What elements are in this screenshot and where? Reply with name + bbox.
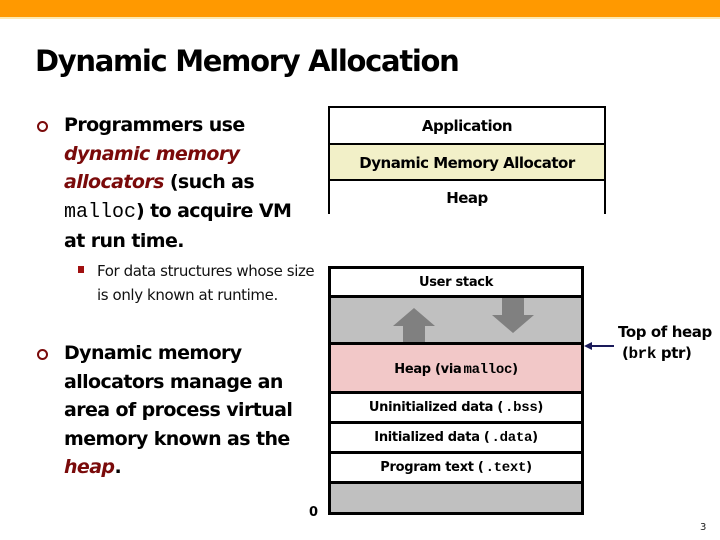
layer-application: Application bbox=[330, 108, 604, 143]
segment-label: Initialized data ( bbox=[374, 430, 490, 445]
bullet-2-part-2: . bbox=[114, 456, 122, 478]
address-zero-label: 0 bbox=[309, 505, 319, 520]
segment-user-stack: User stack bbox=[331, 269, 581, 295]
bullet-2-part-1: Dynamic memory allocators manage an area… bbox=[64, 342, 293, 450]
stack-grows-down-arrow bbox=[492, 298, 534, 333]
brk-code: brk bbox=[628, 345, 657, 363]
top-of-heap-label: Top of heap (brk ptr) bbox=[618, 322, 712, 365]
layer-label: Dynamic Memory Allocator bbox=[359, 153, 575, 172]
page-number: 3 bbox=[700, 522, 707, 533]
segment-free-area bbox=[331, 295, 581, 345]
bullet-2-emphasis: heap bbox=[64, 456, 115, 478]
ptr-text: ptr) bbox=[656, 344, 692, 362]
segment-code: .bss bbox=[505, 399, 538, 416]
segment-reserved-bottom bbox=[331, 481, 581, 512]
segment-label-suffix: ) bbox=[537, 400, 544, 415]
segment-bss: Uninitialized data (.bss) bbox=[331, 391, 581, 421]
bullet-1-part-1: Programmers use bbox=[64, 114, 245, 136]
top-of-heap-line2: (brk ptr) bbox=[618, 343, 712, 365]
bullet-2-text: Dynamic memory allocators manage an area… bbox=[64, 339, 304, 482]
hollow-circle-bullet-icon bbox=[37, 121, 48, 132]
layer-dynamic-memory-allocator: Dynamic Memory Allocator bbox=[330, 143, 604, 180]
bullet-1-part-2: (such as bbox=[163, 171, 255, 193]
segment-label: Program text ( bbox=[380, 460, 484, 475]
segment-data: Initialized data (.data) bbox=[331, 421, 581, 451]
segment-label-suffix: ) bbox=[526, 460, 532, 475]
segment-code: .data bbox=[491, 429, 533, 446]
bullet-1-code: malloc bbox=[64, 200, 137, 224]
segment-label: Uninitialized data ( bbox=[368, 400, 504, 415]
square-bullet-icon bbox=[78, 266, 84, 273]
slide-title: Dynamic Memory Allocation bbox=[35, 44, 460, 78]
segment-code: .text bbox=[485, 459, 527, 476]
heap-grows-up-arrow bbox=[393, 308, 435, 345]
segment-text: Program text (.text) bbox=[331, 451, 581, 481]
process-memory-layout: User stack Heap (via malloc) Uninitializ… bbox=[328, 266, 584, 515]
segment-label-suffix: ) bbox=[532, 430, 538, 445]
slide-header-bar bbox=[0, 0, 720, 17]
segment-code: malloc bbox=[463, 361, 513, 378]
segment-label: Heap (via bbox=[394, 362, 462, 377]
bullet-1-text: Programmers use dynamic memory allocator… bbox=[64, 111, 314, 256]
layer-heap: Heap bbox=[330, 179, 604, 214]
growth-arrows bbox=[393, 298, 534, 345]
segment-label-suffix: ) bbox=[512, 362, 518, 377]
brk-pointer-arrow-icon bbox=[584, 342, 614, 350]
hollow-circle-bullet-icon bbox=[37, 349, 48, 360]
allocator-layers-diagram: Application Dynamic Memory Allocator Hea… bbox=[328, 106, 606, 214]
layer-label: Heap bbox=[446, 188, 488, 207]
header-bar-underline bbox=[0, 17, 720, 19]
top-of-heap-line1: Top of heap bbox=[618, 323, 712, 341]
segment-heap: Heap (via malloc) bbox=[331, 342, 581, 394]
sub-bullet-text: For data structures whose size is only k… bbox=[97, 262, 315, 304]
segment-label: User stack bbox=[418, 274, 494, 290]
layer-label: Application bbox=[421, 116, 513, 135]
